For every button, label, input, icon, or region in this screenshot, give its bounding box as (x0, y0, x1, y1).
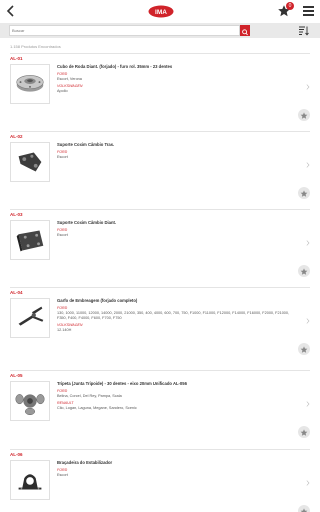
star-icon (300, 346, 308, 353)
star-icon (300, 508, 308, 512)
ima-logo[interactable]: IMA (148, 5, 174, 18)
product-title: Tripeta (Junta Tripoide) - 30 dentes - e… (57, 381, 187, 386)
favorite-button[interactable] (298, 343, 310, 355)
search-input[interactable] (9, 25, 240, 36)
clutch-fork-icon (11, 306, 49, 341)
product-code: AL-02 (10, 134, 23, 139)
divider (10, 131, 310, 132)
star-icon (300, 429, 308, 436)
product-code: AL-03 (10, 212, 23, 217)
divider (10, 449, 310, 450)
search-bar (0, 23, 320, 38)
results-count: 1.158 Produtos Encontrados (10, 44, 61, 49)
stabilizer-clamp-icon (11, 474, 49, 503)
divider (10, 53, 310, 54)
product-info: Suporte Coxim Câmbio Diant. FORD Escort (57, 220, 297, 238)
favorite-button[interactable] (298, 505, 310, 512)
chevron-right-icon[interactable] (306, 401, 310, 407)
product-applications: Escort (57, 233, 68, 237)
product-info: Suporte Coxim Câmbio Tras. FORD Escort (57, 142, 297, 160)
product-code: AL-01 (10, 56, 23, 61)
product-applications: 130, 1000, 11000, 12000, 14000, 2000, 21… (57, 311, 290, 320)
mount-bracket-icon (11, 152, 49, 185)
product-info: Tripeta (Junta Tripoide) - 30 dentes - e… (57, 381, 297, 411)
favorites-badge: 0 (286, 2, 294, 10)
sort-filter-icon[interactable] (298, 25, 309, 36)
product-info: Cubo de Roda Diant. (forjado) - furo rol… (57, 64, 297, 94)
product-thumbnail[interactable] (10, 298, 50, 338)
product-code: AL-05 (10, 373, 23, 378)
product-applications: Escort, Verona (57, 77, 82, 81)
app-header: IMA 0 (0, 0, 320, 23)
product-title: Suporte Coxim Câmbio Diant. (57, 220, 117, 225)
logo-text: IMA (155, 9, 167, 16)
product-thumbnail[interactable] (10, 142, 50, 182)
divider (10, 370, 310, 371)
product-info: Braçadeira do Estabilizador FORD Escort (57, 460, 297, 478)
search-button[interactable] (240, 25, 250, 36)
favorite-button[interactable] (298, 265, 310, 277)
star-icon (300, 268, 308, 275)
wheel-hub-icon (11, 75, 49, 107)
product-thumbnail[interactable] (10, 64, 50, 104)
hamburger-menu-icon[interactable] (303, 6, 314, 16)
back-arrow-icon[interactable] (4, 4, 18, 18)
product-applications: Escort (57, 473, 68, 477)
product-title: Braçadeira do Estabilizador (57, 460, 113, 465)
product-title: Cubo de Roda Diant. (forjado) - furo rol… (57, 64, 173, 69)
star-icon (300, 190, 308, 197)
product-applications: Clio, Logan, Laguna, Megane, Sandero, Sc… (57, 406, 137, 410)
chevron-right-icon[interactable] (306, 162, 310, 168)
product-thumbnail[interactable] (10, 220, 50, 260)
chevron-right-icon[interactable] (306, 84, 310, 90)
chevron-right-icon[interactable] (306, 318, 310, 324)
star-icon (300, 112, 308, 119)
support-plate-icon (11, 230, 49, 263)
tripod-joint-icon (11, 394, 49, 424)
product-info: Garfo de Embreagem (forjado completo) FOR… (57, 298, 297, 333)
product-code: AL-06 (10, 452, 23, 457)
product-code: AL-04 (10, 290, 23, 295)
divider (10, 287, 310, 288)
product-thumbnail[interactable] (10, 381, 50, 421)
product-title: Suporte Coxim Câmbio Tras. (57, 142, 115, 147)
product-title: Garfo de Embreagem (forjado completo) (57, 298, 138, 303)
favorite-button[interactable] (298, 109, 310, 121)
product-applications: Apollo (57, 89, 68, 93)
product-thumbnail[interactable] (10, 460, 50, 500)
search-icon (242, 29, 248, 36)
favorite-button[interactable] (298, 426, 310, 438)
favorite-button[interactable] (298, 187, 310, 199)
product-applications: Belina, Corcel, Del Rey, Pampa, Scala (57, 394, 122, 398)
chevron-right-icon[interactable] (306, 480, 310, 486)
chevron-right-icon[interactable] (306, 240, 310, 246)
product-applications: Escort (57, 155, 68, 159)
divider (10, 209, 310, 210)
product-applications: 12.140H (57, 328, 72, 332)
